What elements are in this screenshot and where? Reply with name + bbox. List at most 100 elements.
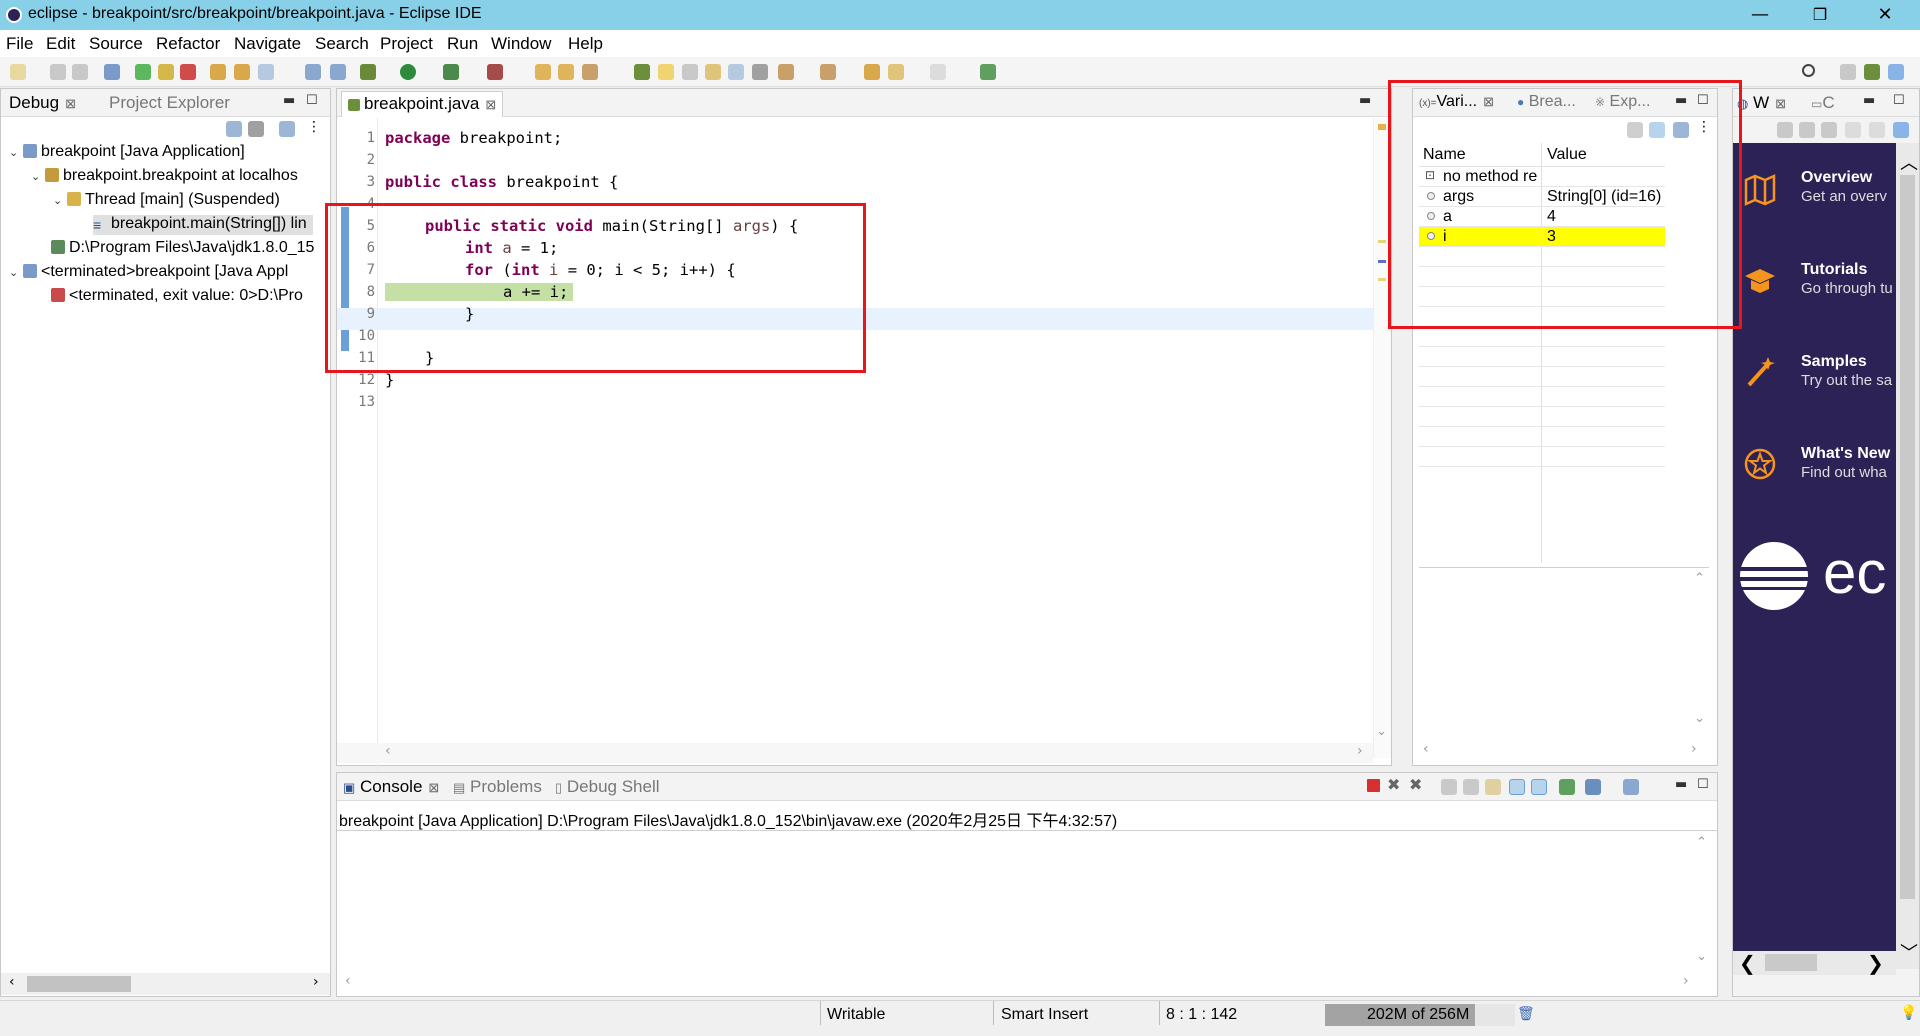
overview-ruler[interactable]: ⌄ [1373,118,1391,758]
scroll-right-icon[interactable]: ❯ [1867,951,1884,975]
new-java-project-icon[interactable] [535,64,551,80]
scroll-up-icon[interactable]: ⌃ [1694,571,1705,586]
scroll-right-icon[interactable]: › [1691,741,1697,757]
scroll-up-icon[interactable]: ︿ [1900,149,1918,175]
restore-icon[interactable] [1893,122,1909,138]
pin-editor-icon[interactable] [980,64,996,80]
link-icon[interactable] [279,121,295,137]
toggle-breadcrumb-icon[interactable] [634,64,650,80]
collapse-all-icon[interactable] [226,121,242,137]
minimize-view-icon[interactable]: ▬ [1675,93,1687,108]
java-perspective-icon[interactable] [1864,64,1880,80]
menu-project[interactable]: Project [380,34,433,54]
home-icon[interactable] [1777,122,1793,138]
maximize-view-icon[interactable]: ☐ [1697,93,1709,108]
clear-console-icon[interactable] [1441,779,1457,795]
show-type-names-icon[interactable] [1627,122,1643,138]
annotation-marker[interactable] [1378,260,1386,263]
word-wrap-icon[interactable] [1485,779,1501,795]
next-annotation-icon[interactable] [778,64,794,80]
editor-horizontal-scrollbar[interactable]: ‹ › [337,743,1373,763]
detail-pane[interactable]: ⌃ ⌄ [1419,571,1709,731]
close-button[interactable]: ✕ [1855,0,1915,30]
scroll-up-icon[interactable]: ⌃ [1696,835,1707,850]
reduce-font-icon[interactable] [1845,122,1861,138]
tab-problems[interactable]: ▤ Problems [453,777,542,797]
overview-title[interactable]: Overview [1801,169,1872,187]
table-row[interactable]: a 4 [1419,207,1665,227]
save-icon[interactable] [50,64,66,80]
last-edit-location-icon[interactable] [864,64,880,80]
table-row[interactable]: ⊡ no method re [1419,167,1665,187]
tree-item[interactable]: ⌄ <terminated>breakpoint [Java Appl [9,263,288,283]
tree-item[interactable]: <terminated, exit value: 0>D:\Pro [51,287,303,307]
tutorials-title[interactable]: Tutorials [1801,261,1867,279]
annotation-marker[interactable] [1378,124,1386,130]
tab-console-view[interactable]: ▭C [1811,93,1835,113]
scroll-left-icon[interactable]: ‹ [9,974,15,990]
menu-search[interactable]: Search [315,34,369,54]
debug-icon[interactable] [360,64,376,80]
open-console-icon[interactable] [1623,779,1639,795]
table-row[interactable]: args String[0] (id=16) [1419,187,1665,207]
step-into-icon[interactable] [210,64,226,80]
block-selection-icon[interactable] [682,64,698,80]
annotation-marker[interactable] [1378,240,1386,243]
pilcrow-icon[interactable] [752,64,768,80]
minimize-view-icon[interactable]: ▬ [1863,93,1875,108]
tab-breakpoint-java[interactable]: breakpoint.java ⊠ [341,91,504,117]
whats-new-subtitle[interactable]: Find out wha [1801,464,1887,481]
menu-file[interactable]: File [6,34,33,54]
console-horizontal-scrollbar[interactable]: ‹ › [337,973,1717,993]
column-value-header[interactable]: Value [1547,146,1587,164]
search-icon[interactable] [1802,64,1815,77]
view-menu-icon[interactable]: ⋮ [307,119,321,135]
scrollbar-thumb[interactable] [1900,175,1915,899]
coverage-icon[interactable] [443,64,459,80]
annotation-marker[interactable] [1378,278,1386,281]
open-perspective-icon[interactable] [1840,64,1856,80]
debug-perspective-icon[interactable] [1888,64,1904,80]
overview-subtitle[interactable]: Get an overv [1801,188,1887,205]
skip-breakpoints-icon[interactable] [104,64,120,80]
heap-status[interactable]: 202M of 256M 🗑 [1325,1004,1535,1026]
horizontal-scrollbar[interactable]: ‹ › [1,973,330,995]
remove-all-terminated-icon[interactable]: ✖ [1409,775,1422,794]
tab-variables[interactable]: (x)=Vari... ⊠ [1419,93,1494,111]
scroll-right-icon[interactable]: › [1683,973,1689,989]
menu-help[interactable]: Help [568,34,603,54]
show-whitespace-icon[interactable] [728,64,744,80]
scroll-down-icon[interactable]: ⌄ [1694,711,1705,726]
minimize-button[interactable]: — [1730,0,1790,30]
display-selected-console-icon[interactable] [1585,779,1601,795]
tab-expressions[interactable]: ※ Exp... [1595,93,1650,111]
menu-window[interactable]: Window [491,34,551,54]
search-toolbar-icon[interactable] [582,64,598,80]
run-icon[interactable] [400,64,416,80]
pin-console-icon[interactable] [1559,779,1575,795]
menu-edit[interactable]: Edit [46,34,75,54]
mark-occurrences-icon[interactable] [658,64,674,80]
column-name-header[interactable]: Name [1423,146,1466,164]
samples-title[interactable]: Samples [1801,353,1867,371]
tree-item[interactable]: ⌄ breakpoint [Java Application] [9,143,245,163]
whats-new-title[interactable]: What's New [1801,445,1890,463]
close-icon[interactable]: ⊠ [485,97,496,112]
show-on-stderr-icon[interactable] [1531,779,1547,795]
menu-navigate[interactable]: Navigate [234,34,301,54]
minimize-view-icon[interactable]: ▬ [1359,93,1371,108]
scroll-left-icon[interactable]: ‹ [1423,741,1429,757]
terminate-icon[interactable] [1367,779,1380,792]
tab-debug-shell[interactable]: ▯ Debug Shell [555,777,660,797]
editor-text-area[interactable]: 1 package breakpoint; 2 3 public class bre… [337,118,1391,778]
external-tools-icon[interactable] [487,64,503,80]
forward-icon[interactable] [930,64,946,80]
close-icon[interactable]: ⊠ [1483,94,1494,109]
step-over-icon[interactable] [234,64,250,80]
scroll-down-icon[interactable]: ﹀ [1900,939,1918,965]
welcome-horizontal-scrollbar[interactable]: ❮ ❯ [1733,951,1896,975]
maximize-button[interactable]: ❐ [1790,0,1850,30]
tab-project-explorer[interactable]: Project Explorer [109,93,230,113]
new-icon[interactable] [10,64,26,80]
welcome-vertical-scrollbar[interactable]: ︿ ﹀ [1896,143,1919,969]
